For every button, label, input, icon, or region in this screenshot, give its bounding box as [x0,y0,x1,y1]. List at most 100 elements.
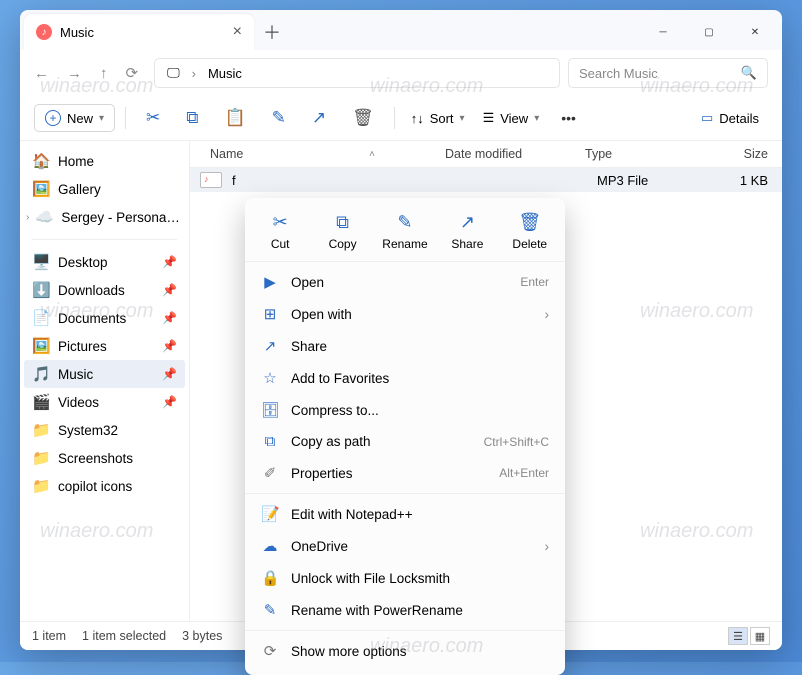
refresh-button[interactable]: ⟳ [126,64,139,82]
up-button[interactable]: ↑ [100,65,108,82]
menu-icon: ✎ [261,601,279,619]
close-button[interactable]: ✕ [732,13,778,51]
sidebar-label: Desktop [58,255,108,270]
menu-icon: ☆ [261,369,279,387]
menu-label: OneDrive [291,539,348,554]
sidebar-label: Screenshots [58,451,133,466]
action-label: Copy [329,237,357,251]
sidebar-item-videos[interactable]: 🎬Videos📌 [20,388,189,416]
menu-icon: ⧉ [261,433,279,450]
folder-icon: 🎵 [32,365,50,383]
chevron-right-icon[interactable]: › [26,212,29,223]
details-view-button[interactable]: ☰ [728,627,748,645]
menu-unlock-with-file-locksmith[interactable]: 🔒Unlock with File Locksmith [245,562,565,594]
tab-title: Music [60,25,94,40]
action-label: Cut [271,237,290,251]
sidebar-label: Sergey - Persona… [61,210,180,225]
breadcrumb[interactable]: 🖵 › Music [154,58,560,88]
close-tab-button[interactable]: × [233,23,242,41]
folder-icon: 📁 [32,449,50,467]
menu-icon: ▶ [261,273,279,291]
file-row[interactable]: f MP3 File 1 KB [190,168,782,192]
chevron-right-icon: › [545,539,550,554]
sidebar-item-downloads[interactable]: ⬇️Downloads📌 [20,276,189,304]
ctx-copy-button[interactable]: ⧉Copy [315,212,371,251]
sidebar-item-pictures[interactable]: 🖼️Pictures📌 [20,332,189,360]
menu-icon: ☁ [261,537,279,555]
menu-edit-with-notepad-[interactable]: 📝Edit with Notepad++ [245,498,565,530]
sidebar-item[interactable]: 🏠Home [20,147,189,175]
sidebar-item-documents[interactable]: 📄Documents📌 [20,304,189,332]
sidebar-label: Videos [58,395,99,410]
sidebar-item-music[interactable]: 🎵Music📌 [24,360,185,388]
share-button[interactable]: ↗ [302,104,336,132]
back-button[interactable]: ← [34,65,49,82]
tab-music[interactable]: ♪ Music × [24,14,254,50]
col-size[interactable]: Size [675,147,782,161]
new-tab-button[interactable]: ＋ [254,19,290,45]
cut-button[interactable]: ✂ [136,104,170,132]
sidebar-item-system32[interactable]: 📁System32 [20,416,189,444]
folder-icon: 🖼️ [32,180,50,198]
sidebar: 🏠Home🖼️Gallery › ☁️ Sergey - Persona… 🖥️Des… [20,141,190,621]
menu-label: Properties [291,466,353,481]
sort-button[interactable]: ↑↓ Sort ▾ [405,107,471,130]
sidebar-item-desktop[interactable]: 🖥️Desktop📌 [20,248,189,276]
ctx-share-button[interactable]: ↗Share [439,212,495,251]
menu-show-more[interactable]: ⟳ Show more options [245,635,565,667]
chevron-down-icon: ▾ [460,113,465,124]
col-type[interactable]: Type [575,147,675,161]
maximize-button[interactable]: ▢ [686,13,732,51]
menu-open-with[interactable]: ⊞Open with› [245,298,565,330]
paste-button[interactable]: 📋 [214,104,255,132]
search-input[interactable]: Search Music 🔍 [568,58,768,88]
ctx-cut-button[interactable]: ✂Cut [252,212,308,251]
ctx-delete-button[interactable]: 🗑Delete [502,212,558,251]
menu-icon: ✐ [261,464,279,482]
thumb-view-button[interactable]: ▦ [750,627,770,645]
music-icon: ♪ [36,24,52,40]
more-button[interactable]: ••• [551,106,586,130]
col-date[interactable]: Date modified [435,147,575,161]
selection-size: 3 bytes [182,629,222,643]
view-label: View [500,111,528,126]
copy-button[interactable]: ⧉ [176,104,208,132]
context-actions-row: ✂Cut⧉Copy✎Rename↗Share🗑Delete [245,206,565,262]
folder-icon: ☁️ [35,208,53,226]
details-pane-button[interactable]: ▭ Details [692,105,768,131]
menu-share[interactable]: ↗Share [245,330,565,362]
menu-open[interactable]: ▶OpenEnter [245,266,565,298]
menu-rename-with-powerrename[interactable]: ✎Rename with PowerRename [245,594,565,626]
delete-button[interactable]: 🗑 [342,104,384,132]
col-name[interactable]: Name˄ [190,147,435,161]
minimize-button[interactable]: ─ [640,13,686,51]
sidebar-item-screenshots[interactable]: 📁 Screenshots [20,444,189,472]
folder-icon: 🏠 [32,152,50,170]
menu-add-to-favorites[interactable]: ☆ Add to Favorites [245,362,565,394]
view-icon: ☰ [483,110,495,126]
menu-compress-to-[interactable]: 🗄Compress to... [245,394,565,426]
menu-properties[interactable]: ✐PropertiesAlt+Enter [245,457,565,489]
menu-icon: ↗ [261,337,279,355]
sidebar-divider [32,239,177,240]
view-button[interactable]: ☰ View ▾ [477,106,546,130]
menu-copy-as-path[interactable]: ⧉Copy as pathCtrl+Shift+C [245,426,565,457]
plus-icon: + [45,110,61,126]
sidebar-item-copilot icons[interactable]: 📁copilot icons [20,472,189,500]
action-label: Share [451,237,483,251]
new-button[interactable]: + New ▾ [34,104,115,132]
details-icon: ▭ [701,110,713,126]
ctx-rename-button[interactable]: ✎Rename [377,212,433,251]
window-controls: ─ ▢ ✕ [640,13,778,51]
nav-buttons: ← → ↑ ⟳ [34,64,146,82]
sidebar-item[interactable]: › ☁️ Sergey - Persona… [20,203,189,231]
menu-onedrive[interactable]: ☁ OneDrive › [245,530,565,562]
file-name: f [222,173,447,188]
shortcut: Enter [520,275,549,289]
menu-label: Add to Favorites [291,371,389,386]
rename-button[interactable]: ✎ [262,104,296,132]
new-label: New [67,111,93,126]
action-label: Rename [382,237,427,251]
sidebar-item[interactable]: 🖼️Gallery [20,175,189,203]
forward-button[interactable]: → [67,65,82,82]
